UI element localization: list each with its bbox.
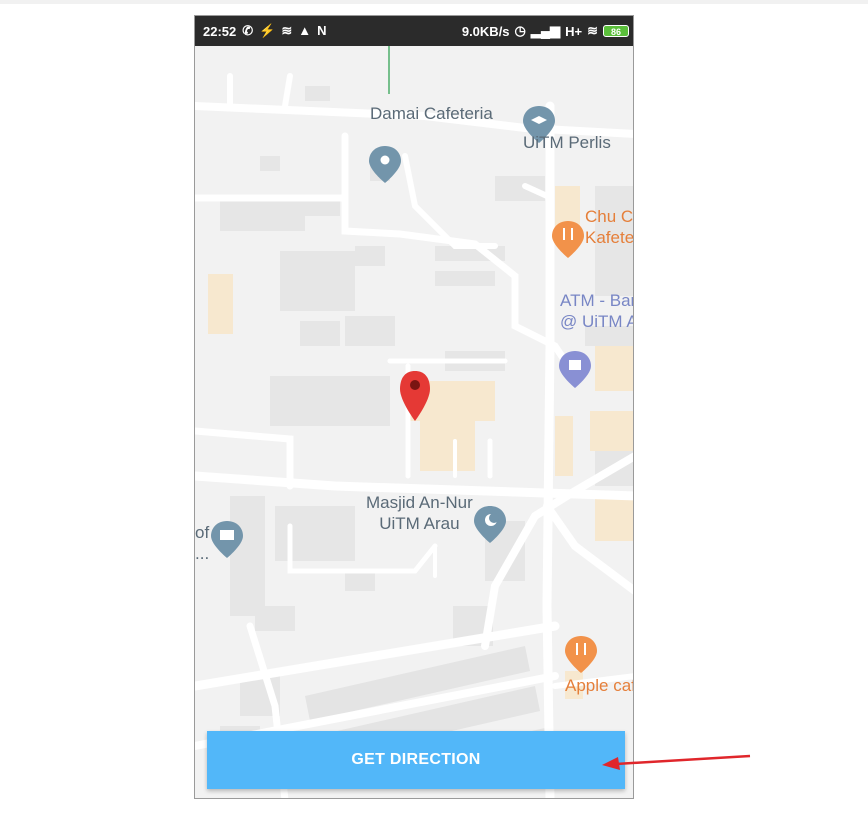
status-time: 22:52	[203, 23, 237, 39]
phone-screen: 22:52 ✆ ⚡ ≋ ▲ N 9.0KB/s ◷ ▂▄▆ H+ ≋ 86 Da…	[194, 15, 634, 799]
place-label-atm: ATM - Ban @ UiTM A	[560, 291, 633, 331]
place-label-chu-cafe: Chu Ca Kafete	[585, 207, 634, 247]
get-direction-button[interactable]: GET DIRECTION	[207, 731, 625, 789]
status-bar: 22:52 ✆ ⚡ ≋ ▲ N 9.0KB/s ◷ ▂▄▆ H+ ≋ 86	[195, 16, 633, 46]
annotation-arrow-icon	[602, 754, 751, 770]
place-label-apple-cafe: Apple caf	[565, 676, 634, 695]
wifi-icon: ≋	[587, 23, 598, 38]
network-speed: 9.0KB/s	[461, 23, 510, 39]
place-label-masjid: Masjid An-Nur UiTM Arau	[366, 493, 473, 533]
n-icon: N	[317, 23, 327, 38]
page-top-border	[0, 0, 868, 4]
place-label-partial-left: of ...	[195, 523, 210, 563]
place-label-uitm-perlis: UiTM Perlis	[523, 133, 611, 152]
restaurant-pin-icon-2	[565, 636, 597, 673]
signal-icon: ▂▄▆	[530, 23, 561, 38]
battery-icon: 86	[603, 25, 629, 37]
atm-pin-icon	[559, 351, 591, 388]
restaurant-pin-icon	[552, 221, 584, 258]
bolt-icon: ⚡	[259, 23, 276, 38]
alarm-icon: ◷	[514, 23, 526, 38]
map-view[interactable]: Damai Cafeteria UiTM Perlis Chu Ca Kafet…	[195, 46, 634, 798]
warning-icon: ▲	[298, 23, 312, 38]
whatsapp-icon: ✆	[242, 23, 254, 38]
place-label-damai-cafeteria: Damai Cafeteria	[370, 104, 493, 123]
wifi-question-icon: ≋	[281, 23, 293, 38]
signal-type: H+	[565, 23, 583, 39]
